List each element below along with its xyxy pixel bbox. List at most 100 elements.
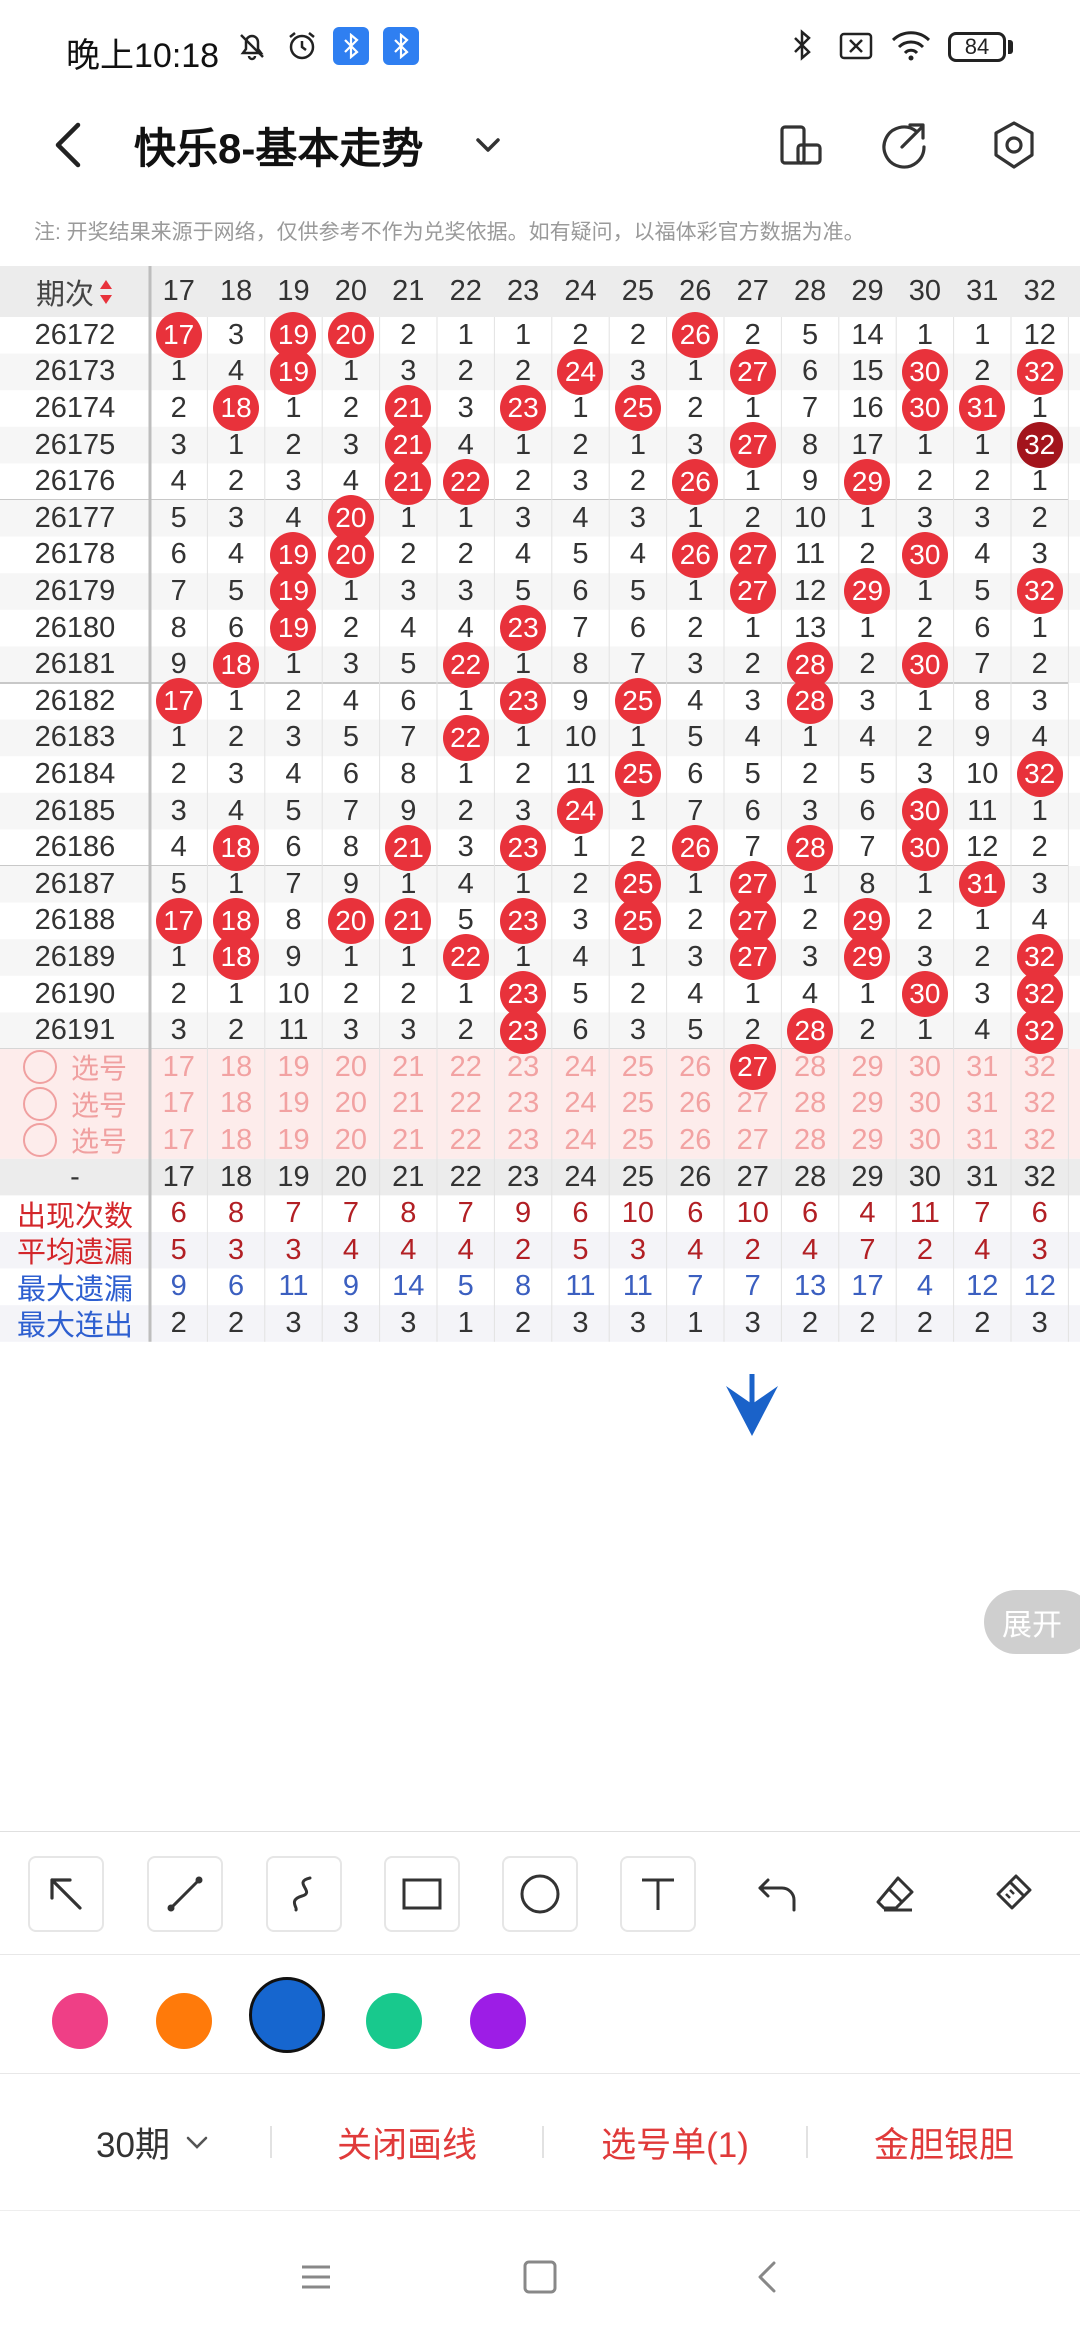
bluetooth-app-icon	[333, 27, 369, 65]
home-icon[interactable]	[514, 2251, 566, 2303]
select-number-cell[interactable]: 32	[1011, 1049, 1068, 1086]
select-number-cell[interactable]: 21	[380, 1049, 437, 1086]
rectangle-tool-icon[interactable]	[384, 1856, 460, 1932]
select-number-cell[interactable]: 21	[380, 1086, 437, 1123]
select-number-cell[interactable]: 23	[494, 1049, 551, 1086]
select-number-cell[interactable]: 30	[896, 1049, 953, 1086]
select-number-cell[interactable]: 23	[494, 1122, 551, 1159]
select-number-cell[interactable]: 28	[781, 1122, 838, 1159]
select-number-cell[interactable]: 17	[150, 1122, 207, 1159]
select-number-cell[interactable]: 22	[437, 1122, 494, 1159]
pick-list-button[interactable]: 选号单(1)	[544, 2074, 806, 2210]
color-swatch-purple[interactable]	[470, 1993, 526, 2049]
select-number-cell[interactable]: 18	[207, 1049, 264, 1086]
select-number-cell[interactable]: 18	[207, 1086, 264, 1123]
settings-icon[interactable]	[982, 113, 1046, 177]
miss-count-cell: 3	[974, 501, 991, 534]
text-tool-icon[interactable]	[620, 1856, 696, 1932]
select-number-cell-selected[interactable]: 27	[724, 1044, 781, 1091]
select-number-cell[interactable]: 24	[552, 1086, 609, 1123]
number-cell-hit: 17	[150, 678, 207, 725]
select-number-cell[interactable]: 17	[150, 1049, 207, 1086]
select-number-cell[interactable]: 29	[839, 1049, 896, 1086]
select-row-label[interactable]: 选号	[0, 1122, 150, 1159]
select-number-cell[interactable]: 30	[896, 1122, 953, 1159]
select-number-cell[interactable]: 30	[896, 1086, 953, 1123]
expand-button[interactable]: 展开	[984, 1590, 1080, 1654]
select-row-label[interactable]: 选号	[0, 1049, 150, 1086]
line-tool-icon[interactable]	[147, 1856, 223, 1932]
select-number-cell[interactable]: 19	[265, 1122, 322, 1159]
miss-count-cell: 6	[228, 611, 245, 644]
select-number-cell[interactable]: 29	[839, 1086, 896, 1123]
chevron-down-icon[interactable]	[468, 125, 508, 165]
drawn-number-ball: 32	[1016, 422, 1063, 469]
select-number-cell[interactable]: 22	[437, 1049, 494, 1086]
select-number-cell[interactable]: 31	[954, 1122, 1011, 1159]
page-title[interactable]: 快乐8-基本走势	[134, 115, 423, 176]
select-number-cell[interactable]: 26	[667, 1122, 724, 1159]
phone-rotate-icon[interactable]	[768, 113, 832, 177]
select-number-cell[interactable]: 26	[667, 1086, 724, 1123]
miss-count-cell: 2	[916, 611, 933, 644]
miss-count-cell: 3	[400, 1014, 417, 1047]
select-number-cell[interactable]: 20	[322, 1086, 379, 1123]
miss-count-cell: 9	[572, 684, 589, 717]
gold-silver-button[interactable]: 金胆银胆	[808, 2074, 1080, 2210]
period-selector[interactable]: 30期	[40, 2074, 270, 2210]
arrow-tool-icon[interactable]	[28, 1856, 104, 1932]
curve-tool-icon[interactable]	[266, 1856, 342, 1932]
undo-icon[interactable]	[740, 1856, 816, 1932]
select-number-cell[interactable]: 18	[207, 1122, 264, 1159]
number-cell-hit: 20	[322, 531, 379, 578]
drawn-number-ball: 17	[155, 897, 202, 944]
select-number-cell[interactable]: 26	[667, 1049, 724, 1086]
menu-icon[interactable]	[290, 2251, 342, 2303]
close-line-button[interactable]: 关闭画线	[272, 2074, 542, 2210]
share-icon[interactable]	[872, 113, 936, 177]
select-number-cell[interactable]: 29	[839, 1122, 896, 1159]
select-row-checkbox[interactable]	[22, 1086, 57, 1121]
circle-tool-icon[interactable]	[502, 1856, 578, 1932]
select-number-cell[interactable]: 22	[437, 1086, 494, 1123]
select-number-cell[interactable]: 19	[265, 1086, 322, 1123]
drawn-number-ball: 23	[500, 1007, 547, 1054]
select-number-cell[interactable]: 23	[494, 1086, 551, 1123]
color-swatch-green[interactable]	[366, 1993, 422, 2049]
period-sort-header[interactable]: 期次	[0, 266, 150, 317]
trend-table[interactable]: 期次 17 18 19 20 21 22 23 24 25 26 27 28 29 30 31 32 26172 1…	[0, 266, 1080, 1831]
select-number-cell[interactable]: 17	[150, 1086, 207, 1123]
select-row-label[interactable]: 选号	[0, 1086, 150, 1123]
miss-count-cell: 4	[744, 721, 761, 754]
select-number-cell[interactable]: 27	[724, 1086, 781, 1123]
select-number-cell[interactable]: 25	[609, 1086, 666, 1123]
select-number-cell[interactable]: 24	[552, 1122, 609, 1159]
select-number-cell[interactable]: 25	[609, 1049, 666, 1086]
back-nav-icon[interactable]	[742, 2251, 794, 2303]
select-number-cell[interactable]: 28	[781, 1049, 838, 1086]
sort-icon	[100, 279, 112, 304]
select-row-checkbox[interactable]	[22, 1123, 57, 1158]
color-swatch-pink[interactable]	[52, 1993, 108, 2049]
back-button[interactable]	[40, 113, 100, 177]
drawn-number-ball: 21	[385, 458, 432, 505]
select-row-checkbox[interactable]	[22, 1050, 57, 1085]
select-number-cell[interactable]: 31	[954, 1086, 1011, 1123]
select-number-cell[interactable]: 21	[380, 1122, 437, 1159]
select-number-cell[interactable]: 28	[781, 1086, 838, 1123]
select-number-cell[interactable]: 20	[322, 1049, 379, 1086]
select-number-cell[interactable]: 20	[322, 1122, 379, 1159]
color-swatch-orange[interactable]	[156, 1993, 212, 2049]
eraser-icon[interactable]	[858, 1856, 934, 1932]
select-number-cell[interactable]: 32	[1011, 1086, 1068, 1123]
footer-column-header: 22	[449, 1160, 482, 1193]
select-number-cell[interactable]: 27	[724, 1122, 781, 1159]
color-swatch-blue-selected[interactable]	[249, 1977, 325, 2053]
select-number-cell[interactable]: 25	[609, 1122, 666, 1159]
select-number-cell[interactable]: 24	[552, 1049, 609, 1086]
clear-brush-icon[interactable]	[976, 1856, 1052, 1932]
select-number-cell[interactable]: 32	[1011, 1122, 1068, 1159]
select-number-cell[interactable]: 19	[265, 1049, 322, 1086]
select-number-cell[interactable]: 31	[954, 1049, 1011, 1086]
drawn-number-ball: 29	[844, 934, 891, 981]
